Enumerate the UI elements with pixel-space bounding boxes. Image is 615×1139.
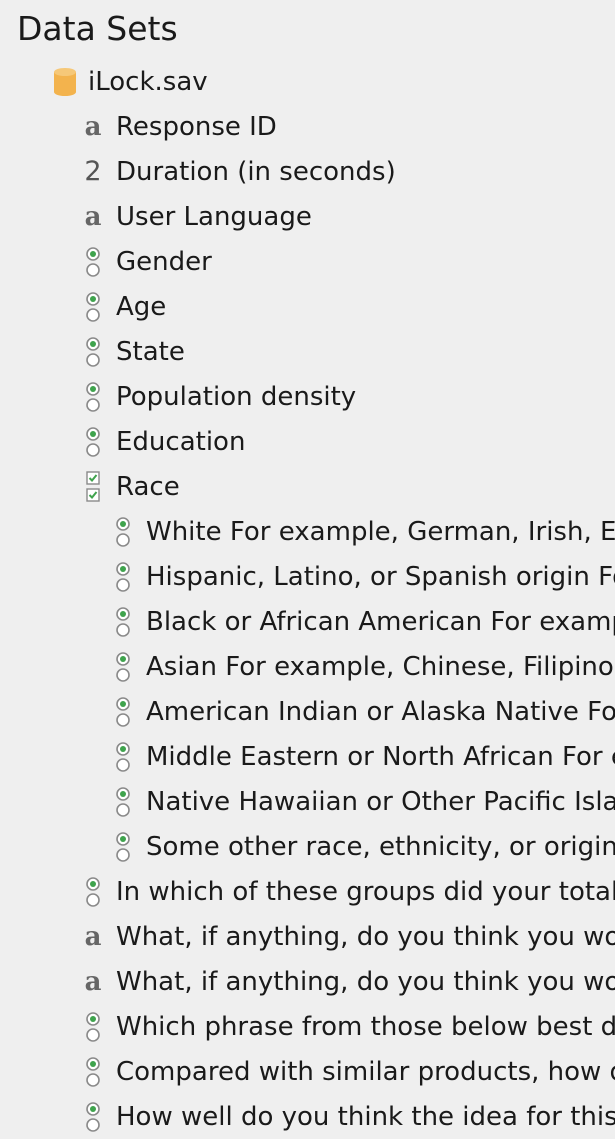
variable-label: Population density [116, 381, 357, 412]
variable-item[interactable]: Gender [78, 239, 212, 284]
variable-label: What, if anything, do you think you wou [116, 966, 615, 997]
string-type-icon-glyph: a [84, 921, 102, 952]
variable-label: Race [116, 471, 180, 502]
single-choice-icon [108, 831, 138, 863]
variable-label: American Indian or Alaska Native For [146, 696, 615, 727]
single-choice-icon [108, 651, 138, 683]
variable-item[interactable]: 2 Duration (in seconds) [78, 149, 396, 194]
string-type-icon: a [78, 201, 108, 233]
variable-label: Black or African American For examp [146, 606, 615, 637]
variable-item[interactable]: Compared with similar products, how d [78, 1049, 615, 1094]
variable-label: Age [116, 291, 167, 322]
multi-choice-icon [78, 470, 108, 503]
variable-item[interactable]: State [78, 329, 185, 374]
sub-variable-item[interactable]: Middle Eastern or North African For e [108, 734, 615, 779]
variable-label: White For example, German, Irish, Er [146, 516, 615, 547]
string-type-icon-glyph: a [84, 966, 102, 997]
variable-item[interactable]: Education [78, 419, 245, 464]
single-choice-icon [78, 876, 108, 908]
numeric-type-icon: 2 [78, 156, 108, 188]
sub-variable-item[interactable]: Black or African American For examp [108, 599, 615, 644]
variable-label: How well do you think the idea for this [116, 1101, 615, 1132]
single-choice-icon [108, 741, 138, 773]
single-choice-icon [78, 426, 108, 458]
sub-variable-item[interactable]: Hispanic, Latino, or Spanish origin Fo [108, 554, 615, 599]
variable-item[interactable]: a What, if anything, do you think you wou [78, 959, 615, 1004]
single-choice-icon [78, 1056, 108, 1088]
variable-item[interactable]: Race [78, 464, 180, 509]
single-choice-icon [108, 606, 138, 638]
variable-label: What, if anything, do you think you wou [116, 921, 615, 952]
single-choice-icon [78, 291, 108, 323]
variable-label: Gender [116, 246, 212, 277]
variable-label: State [116, 336, 185, 367]
variable-label: Hispanic, Latino, or Spanish origin Fo [146, 561, 615, 592]
variable-label: Education [116, 426, 246, 457]
variable-label: In which of these groups did your total [116, 876, 615, 907]
variable-label: Asian For example, Chinese, Filipino, [146, 651, 615, 682]
variable-item[interactable]: a User Language [78, 194, 312, 239]
string-type-icon: a [78, 966, 108, 998]
string-type-icon-glyph: a [84, 111, 102, 142]
sub-variable-item[interactable]: Some other race, ethnicity, or origin [108, 824, 615, 869]
panel-title: Data Sets [17, 9, 178, 48]
variable-item[interactable]: Age [78, 284, 166, 329]
variable-item[interactable]: a What, if anything, do you think you wou [78, 914, 615, 959]
database-cylinder-icon [50, 66, 80, 98]
single-choice-icon [78, 336, 108, 368]
sub-variable-item[interactable]: Asian For example, Chinese, Filipino, [108, 644, 615, 689]
sub-variable-item[interactable]: White For example, German, Irish, Er [108, 509, 615, 554]
variable-label: Some other race, ethnicity, or origin [146, 831, 615, 862]
single-choice-icon [78, 1101, 108, 1133]
single-choice-icon [78, 246, 108, 278]
sub-variable-item[interactable]: American Indian or Alaska Native For [108, 689, 615, 734]
variable-item[interactable]: How well do you think the idea for this [78, 1094, 615, 1139]
variable-label: Response ID [116, 111, 277, 142]
variable-item[interactable]: In which of these groups did your total [78, 869, 615, 914]
variable-label: Compared with similar products, how d [116, 1056, 615, 1087]
single-choice-icon [108, 516, 138, 548]
variable-label: Middle Eastern or North African For e [146, 741, 615, 772]
sub-variable-item[interactable]: Native Hawaiian or Other Pacific Islan [108, 779, 615, 824]
variable-label: Native Hawaiian or Other Pacific Islan [146, 786, 615, 817]
single-choice-icon [108, 696, 138, 728]
dataset-name: iLock.sav [88, 66, 208, 97]
single-choice-icon [108, 561, 138, 593]
variable-label: Which phrase from those below best de [116, 1011, 615, 1042]
string-type-icon: a [78, 921, 108, 953]
string-type-icon: a [78, 111, 108, 143]
variable-item[interactable]: Population density [78, 374, 356, 419]
dataset-node[interactable]: iLock.sav [50, 59, 208, 104]
variable-label: Duration (in seconds) [116, 156, 396, 187]
single-choice-icon [78, 381, 108, 413]
variable-label: User Language [116, 201, 312, 232]
single-choice-icon [78, 1011, 108, 1043]
numeric-type-icon-glyph: 2 [84, 155, 102, 187]
variable-item[interactable]: a Response ID [78, 104, 277, 149]
string-type-icon-glyph: a [84, 201, 102, 232]
single-choice-icon [108, 786, 138, 818]
variable-item[interactable]: Which phrase from those below best de [78, 1004, 615, 1049]
